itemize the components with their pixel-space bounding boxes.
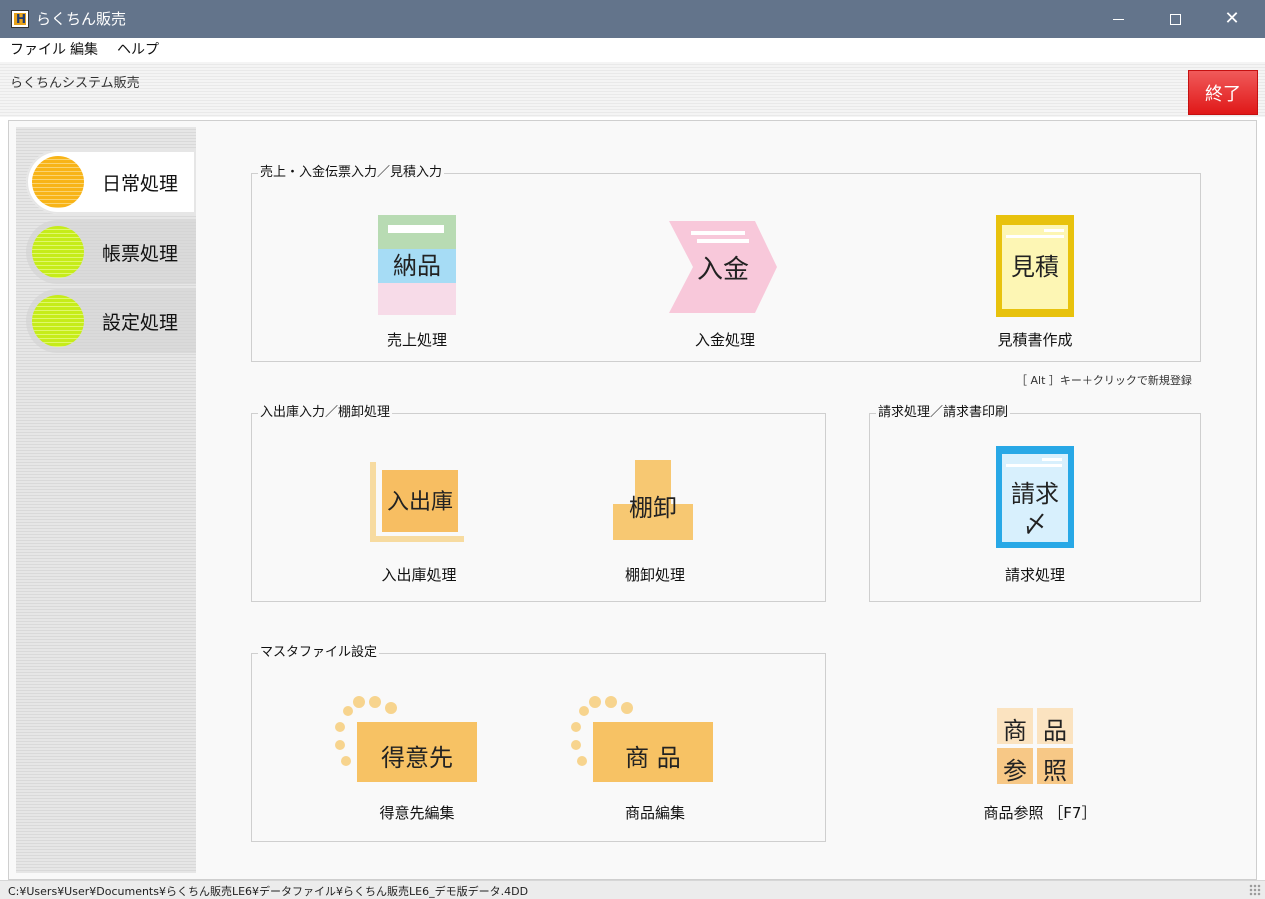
status-bar: C:¥Users¥User¥Documents¥らくちん販売LE6¥データファイ… [0,880,1265,899]
product-card-icon: 商 品 [569,696,719,788]
title-bar: H らくちん販売 ✕ [0,0,1265,38]
close-button[interactable]: ✕ [1206,0,1258,38]
stock-inout-tool[interactable]: 入出庫 入出庫処理 [339,458,499,588]
sidebar-item-label: 日常処理 [102,172,179,195]
tool-label: 商品編集 [624,804,685,822]
tool-label: 入出庫処理 [381,566,457,584]
sidebar-item-daily[interactable]: 日常処理 [26,150,196,214]
group-title: 請求処理／請求書印刷 [876,405,1011,421]
minimize-icon [1112,18,1124,20]
delivery-slip-icon: 納品 [378,215,456,315]
sidebar-item-settings[interactable]: 設定処理 [26,289,196,353]
estimate-document-icon: 見積 [996,215,1074,317]
system-name: らくちんシステム販売 [10,76,140,91]
product-reference-icon: 商 品 参 照 [997,708,1073,785]
tool-label: 棚卸処理 [624,566,685,584]
product-reference-tool[interactable]: 商 品 参 照 商品参照 ［F7］ [955,708,1125,830]
billing-tool[interactable]: 請求 〆 請求処理 [955,446,1115,586]
customer-card-icon: 得意先 [333,696,483,788]
tool-label: 商品参照 ［F7］ [983,804,1097,822]
minimize-button[interactable] [1092,0,1144,38]
payment-tool[interactable]: 入金 入金処理 [645,213,805,353]
sidebar-item-label: 設定処理 [102,311,179,334]
product-edit-tool[interactable]: 商 品 商品編集 [571,696,735,830]
customer-edit-tool[interactable]: 得意先 得意先編集 [335,696,497,830]
group-stock: 入出庫入力／棚卸処理 [251,405,826,602]
menu-edit[interactable]: 編集 [70,41,98,59]
menu-file[interactable]: ファイル [10,41,66,59]
window-title: らくちん販売 [36,10,127,28]
tool-label: 売上処理 [386,331,447,349]
tool-label: 入金処理 [694,331,755,349]
maximize-button[interactable] [1149,0,1201,38]
group-title: 売上・入金伝票入力／見積入力 [258,165,445,181]
inventory-boxes-icon: 棚卸 [613,460,695,542]
tool-label: 請求処理 [1004,566,1065,584]
menu-bar: ファイル 編集 ヘルプ [0,38,1265,62]
tool-label: 見積書作成 [997,331,1073,349]
sidebar: 日常処理 帳票処理 設定処理 [16,127,196,873]
header-strip: らくちんシステム販売 [0,62,1265,117]
green-circle-icon [32,226,84,278]
estimate-tool[interactable]: 見積 見積書作成 [955,213,1115,353]
group-title: マスタファイル設定 [258,645,380,661]
app-icon: H [11,10,29,28]
maximize-icon [1169,13,1181,25]
invoice-document-icon: 請求 〆 [996,446,1074,548]
stock-boxes-icon: 入出庫 [370,462,464,542]
menu-help[interactable]: ヘルプ [117,41,159,59]
resize-grip-icon[interactable] [1249,884,1261,896]
inventory-tool[interactable]: 棚卸 棚卸処理 [575,458,735,588]
alt-click-hint: ［ Alt ］キー＋クリックで新規登録 [1016,374,1192,387]
data-file-path: C:¥Users¥User¥Documents¥らくちん販売LE6¥データファイ… [8,885,529,898]
group-title: 入出庫入力／棚卸処理 [258,405,393,421]
orange-circle-icon [32,156,84,208]
close-icon: ✕ [1224,8,1240,29]
tool-label: 得意先編集 [379,804,455,822]
sidebar-item-reports[interactable]: 帳票処理 [26,220,196,284]
sales-tool[interactable]: 納品 売上処理 [337,213,497,353]
green-circle-icon [32,295,84,347]
quit-button[interactable]: 終了 [1188,70,1258,115]
sidebar-item-label: 帳票処理 [102,242,179,265]
